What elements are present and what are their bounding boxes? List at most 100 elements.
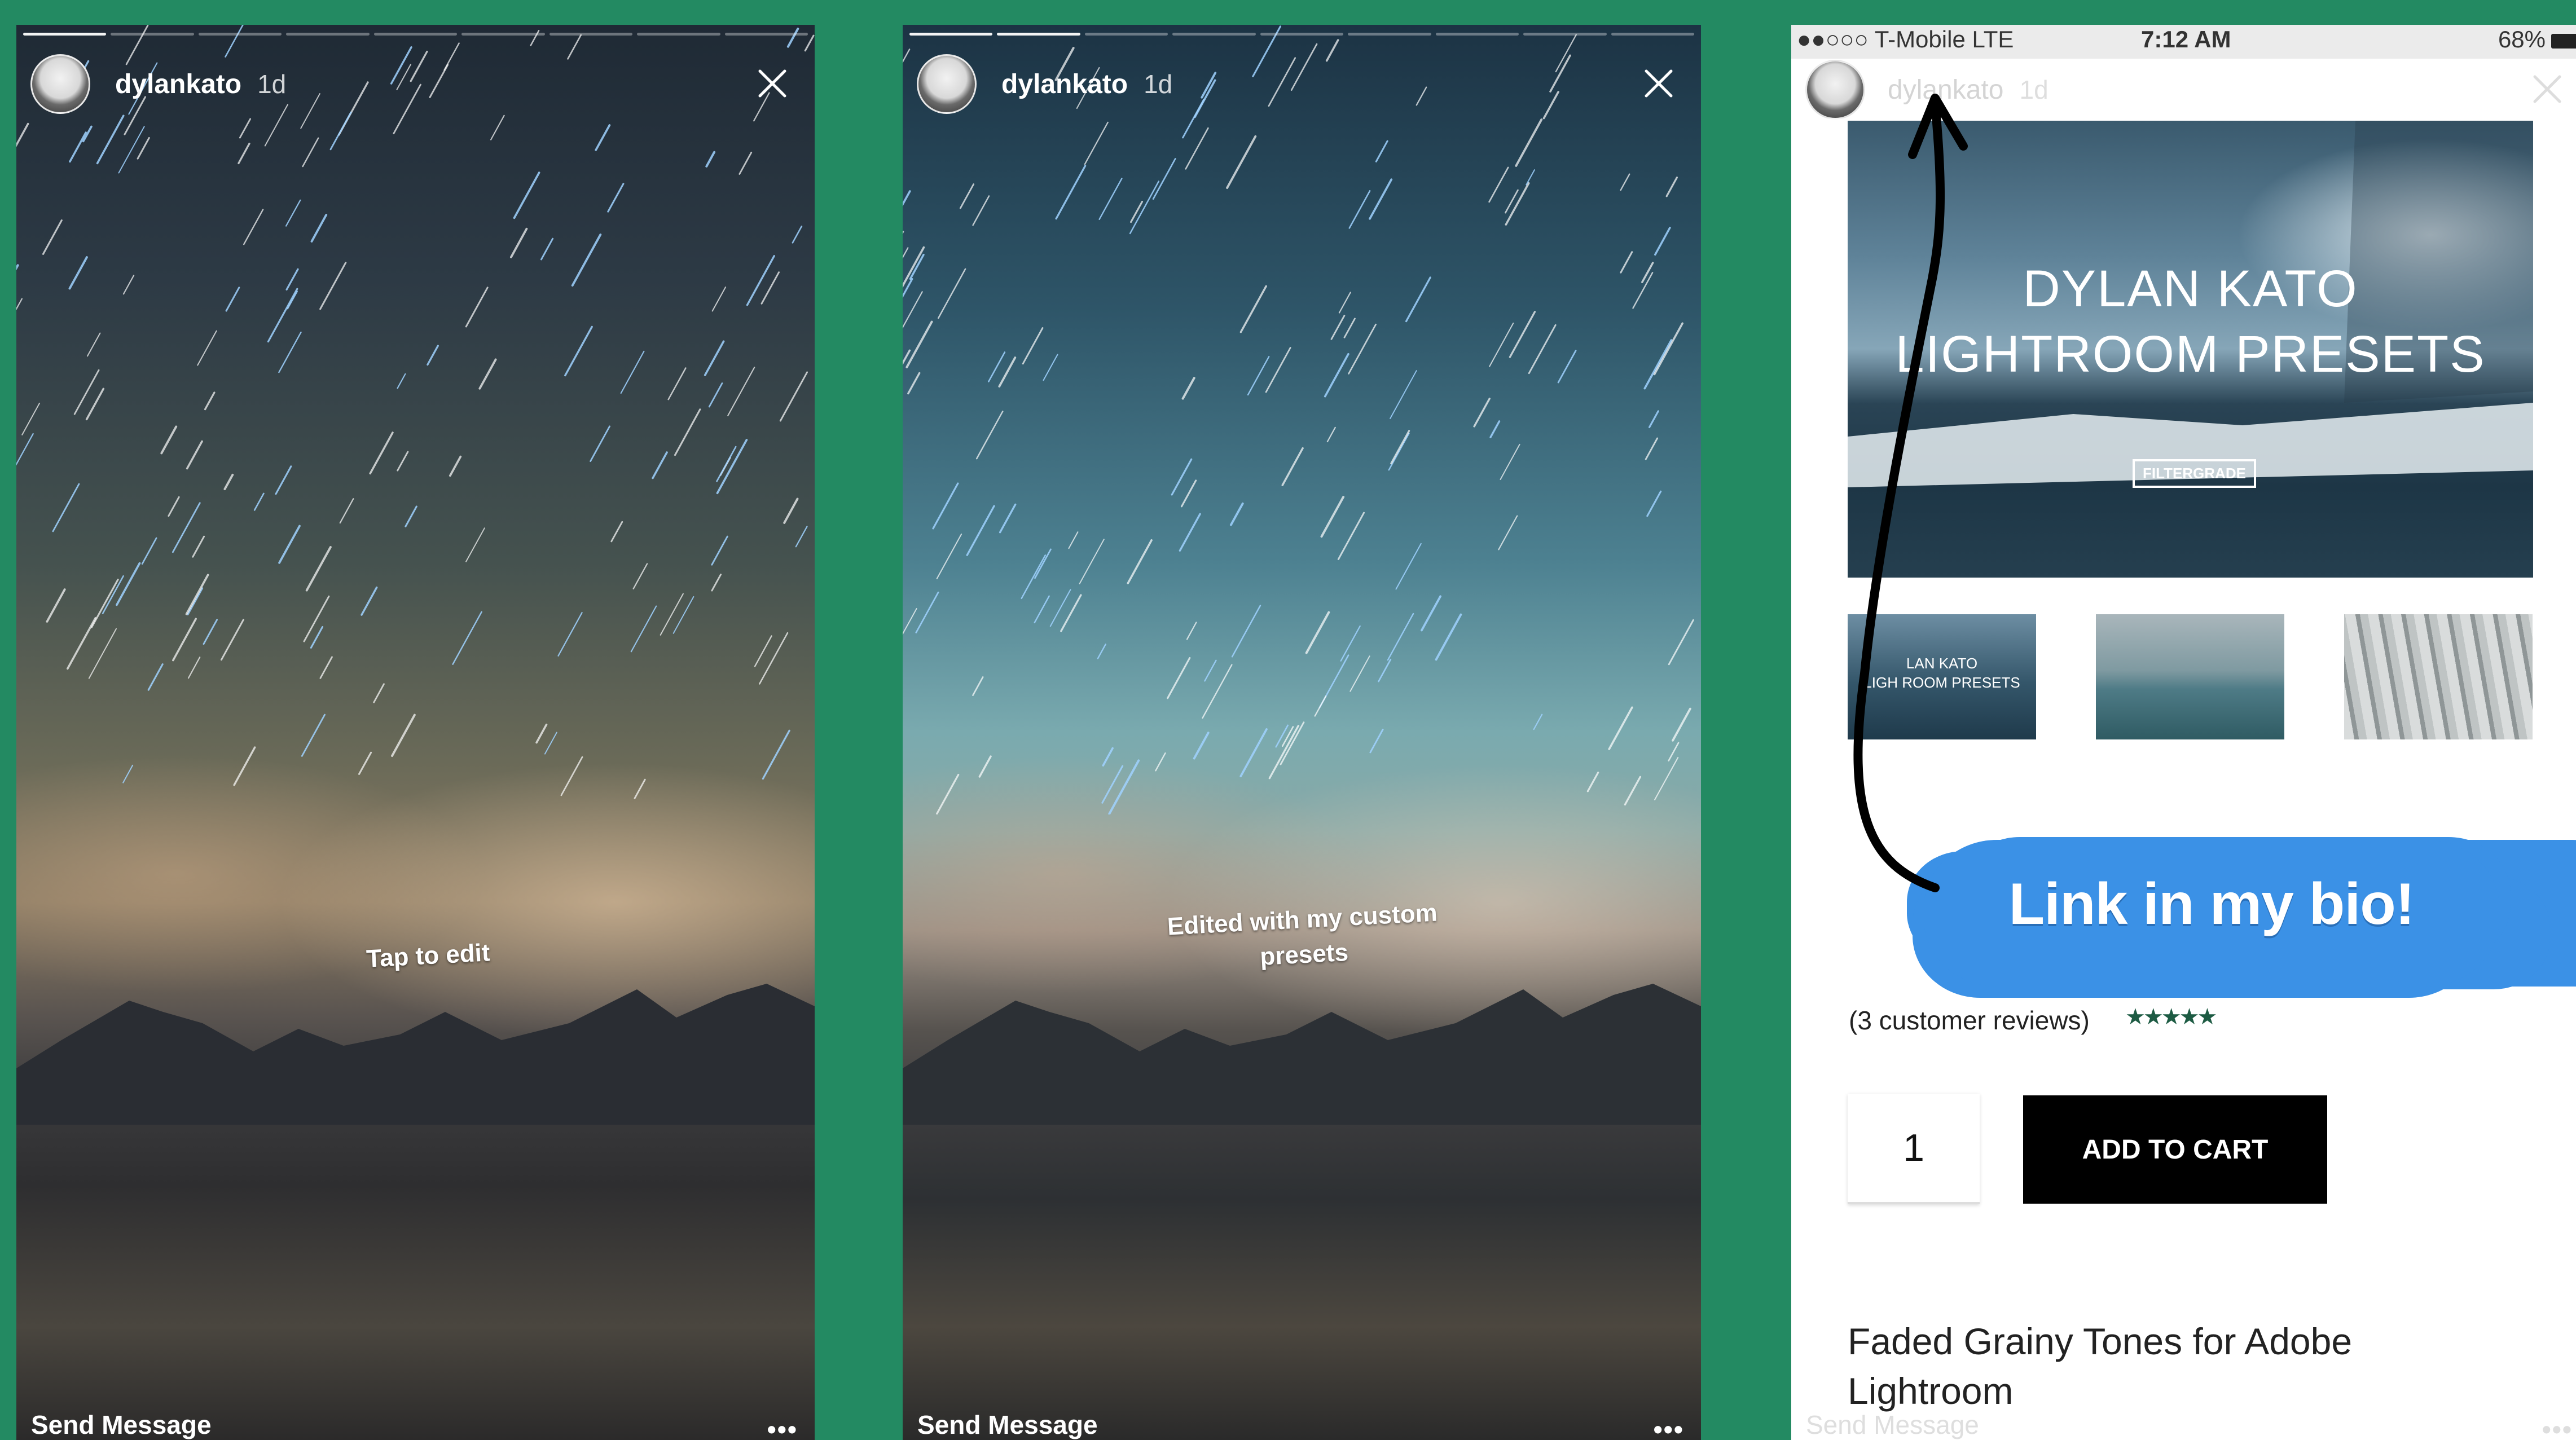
- star-trail: [405, 505, 417, 527]
- star-trail: [197, 330, 217, 366]
- story-progress: [23, 33, 808, 36]
- star-trail: [660, 593, 684, 636]
- more-options-icon[interactable]: •••: [1654, 1414, 1684, 1440]
- star-trail: [86, 332, 101, 357]
- star-trail: [674, 408, 701, 456]
- quantity-field[interactable]: 1: [1848, 1094, 1980, 1204]
- story-shop-link[interactable]: ●●○○○ T-Mobile LTE 7:12 AM 68% dylankato…: [1791, 25, 2576, 1440]
- thumbnail-3[interactable]: [2344, 614, 2533, 739]
- send-message-button[interactable]: Send Message: [1806, 1410, 1979, 1440]
- star-trails: [16, 25, 815, 799]
- star-trail: [1505, 189, 1519, 214]
- star-trail: [225, 25, 244, 58]
- send-message-button[interactable]: Send Message: [917, 1410, 1098, 1440]
- add-to-cart-button[interactable]: ADD TO CART: [2023, 1095, 2327, 1204]
- avatar[interactable]: [1805, 60, 1865, 120]
- star-trail: [783, 497, 799, 524]
- star-trail: [225, 287, 240, 312]
- star-trail: [141, 537, 157, 565]
- progress-segment: [1172, 33, 1256, 36]
- star-trail: [1390, 430, 1410, 465]
- more-options-icon[interactable]: •••: [2542, 1414, 2573, 1440]
- star-trail: [203, 619, 218, 645]
- battery-percent: 68%: [2498, 26, 2546, 52]
- star-trail: [137, 136, 150, 160]
- username[interactable]: dylankato: [1888, 74, 2003, 105]
- star-trail: [339, 498, 354, 524]
- username[interactable]: dylankato: [115, 69, 241, 100]
- star-trail: [1265, 347, 1291, 393]
- thumbnail-1[interactable]: LAN KATO LIGH ROOM PRESETS: [1848, 614, 2036, 739]
- brand-badge: FILTERGRADE: [2133, 459, 2256, 488]
- post-age: 1d: [1144, 69, 1173, 99]
- star-trail: [301, 714, 326, 757]
- star-trail: [1645, 437, 1659, 460]
- story-original[interactable]: dylankato 1d Tap to edit Send Message ••…: [16, 25, 815, 1440]
- send-message-button[interactable]: Send Message: [31, 1410, 212, 1440]
- star-trail: [705, 151, 716, 168]
- star-trail: [239, 118, 252, 139]
- star-trail: [936, 773, 960, 814]
- star-trail: [1608, 706, 1633, 750]
- star-trail: [1204, 659, 1217, 682]
- close-icon[interactable]: [1642, 67, 1676, 100]
- star-trail: [1130, 200, 1144, 223]
- star-trail: [1152, 158, 1176, 200]
- avatar[interactable]: [917, 54, 977, 114]
- star-trail: [1421, 595, 1441, 632]
- star-trail: [1654, 227, 1671, 256]
- star-trail: [1624, 776, 1642, 806]
- star-trail: [358, 751, 372, 775]
- star-trail: [1324, 353, 1349, 398]
- star-trail: [544, 732, 557, 755]
- star-trail: [1632, 272, 1654, 309]
- link-in-bio-sticker[interactable]: Link in my bio!: [1924, 840, 2499, 987]
- avatar[interactable]: [30, 54, 90, 114]
- star-trail: [966, 505, 995, 556]
- star-trail: [1473, 398, 1491, 428]
- star-trail: [1179, 513, 1201, 552]
- star-trail: [478, 358, 497, 390]
- star-trail: [595, 124, 611, 151]
- reviews-link[interactable]: (3 customer reviews): [1849, 1005, 2090, 1036]
- star-trail: [1330, 315, 1346, 340]
- star-trail: [932, 482, 959, 530]
- star-trail: [1239, 285, 1267, 333]
- star-trail: [672, 596, 694, 634]
- star-trail: [1043, 354, 1058, 381]
- product-hero-image[interactable]: DYLAN KATO LIGHTROOM PRESETS FILTERGRADE: [1848, 121, 2533, 578]
- star-trail: [1247, 356, 1270, 396]
- star-trail: [1672, 707, 1691, 742]
- star-trail: [1435, 613, 1462, 661]
- close-icon[interactable]: [2530, 72, 2564, 106]
- star-trail: [936, 533, 962, 579]
- star-trail: [1097, 644, 1106, 659]
- star-trail: [1489, 322, 1514, 367]
- star-trail: [762, 729, 790, 780]
- star-trail: [243, 209, 264, 245]
- star-trail: [1668, 742, 1680, 761]
- star-trail: [1509, 311, 1536, 358]
- star-trail: [1526, 169, 1535, 186]
- close-icon[interactable]: [755, 67, 789, 100]
- progress-segment: [1348, 33, 1431, 36]
- star-trail: [85, 387, 105, 421]
- story-edited[interactable]: dylankato 1d Edited with my custom prese…: [903, 25, 1701, 1440]
- star-trail: [804, 34, 815, 52]
- thumbnail-2[interactable]: [2096, 614, 2284, 739]
- more-options-icon[interactable]: •••: [767, 1414, 798, 1440]
- story-footer: Send Message •••: [1806, 1401, 2573, 1440]
- star-trail: [1231, 605, 1261, 658]
- star-trail: [620, 350, 645, 394]
- star-trail: [1320, 496, 1345, 538]
- star-trail: [795, 526, 808, 548]
- star-trail: [1202, 664, 1233, 719]
- star-trail: [564, 325, 593, 377]
- star-trail: [187, 657, 201, 679]
- star-trail: [1369, 728, 1384, 754]
- star-trail: [69, 131, 87, 163]
- status-bar: ●●○○○ T-Mobile LTE 7:12 AM 68%: [1791, 25, 2576, 59]
- username[interactable]: dylankato: [1001, 69, 1128, 100]
- star-trail: [903, 291, 923, 329]
- star-trail: [192, 535, 205, 558]
